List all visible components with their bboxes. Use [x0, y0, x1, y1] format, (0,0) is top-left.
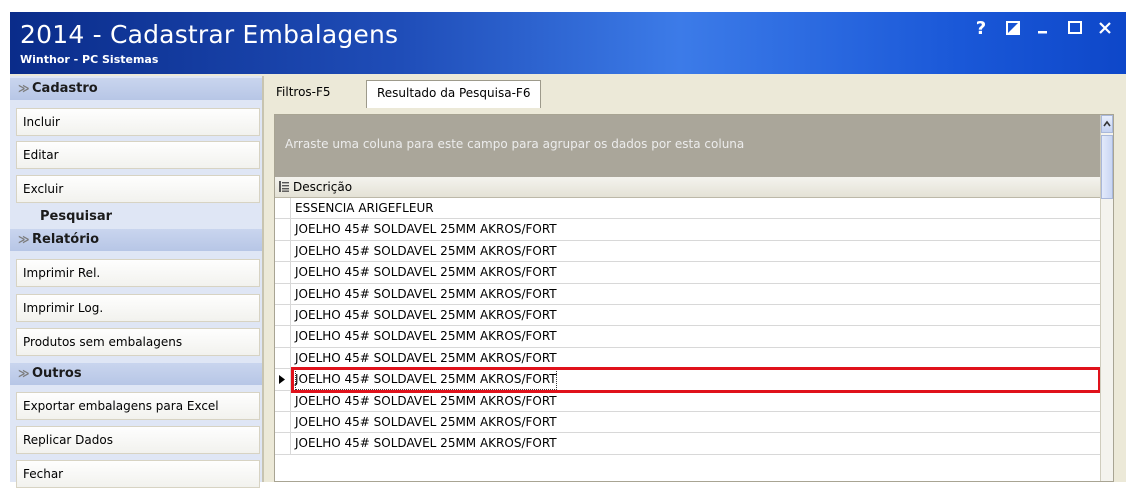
group-by-panel[interactable]: Arraste uma coluna para este campo para … [275, 115, 1103, 177]
descricao-cell[interactable]: JOELHO 45# SOLDAVEL 25MM AKROS/FORT [295, 241, 557, 262]
row-indicator[interactable] [275, 369, 291, 390]
side-panel: ≫ Cadastro Incluir Editar Excluir Pesquis… [10, 76, 264, 488]
replicar-dados-button[interactable]: Replicar Dados [16, 426, 260, 454]
maximize-icon [1068, 21, 1082, 34]
row-indicator[interactable] [275, 262, 291, 283]
window-subtitle: Winthor - PC Sistemas [20, 53, 159, 66]
table-row[interactable]: JOELHO 45# SOLDAVEL 25MM AKROS/FORT [275, 283, 1103, 305]
group-by-hint: Arraste uma coluna para este campo para … [285, 137, 745, 151]
chevron-down-icon: ≫ [18, 82, 30, 95]
row-indicator[interactable] [275, 347, 291, 369]
section-header-outros[interactable]: ≫ Outros [10, 363, 262, 385]
table-row[interactable]: JOELHO 45# SOLDAVEL 25MM AKROS/FORT [275, 367, 1103, 394]
section-header-cadastro-label: Cadastro [32, 81, 98, 96]
scroll-up-button[interactable] [1101, 115, 1113, 133]
chevron-down-icon: ≫ [18, 233, 30, 246]
imprimir-log-button[interactable]: Imprimir Log. [16, 294, 260, 322]
table-row[interactable]: JOELHO 45# SOLDAVEL 25MM AKROS/FORT [275, 240, 1103, 263]
editar-button[interactable]: Editar [16, 141, 260, 169]
imprimir-rel-button[interactable]: Imprimir Rel. [16, 259, 260, 287]
grid-rows: ESSENCIA ARIGEFLEUR JOELHO 45# SOLDAVEL 2… [275, 198, 1103, 455]
row-indicator[interactable] [275, 433, 291, 454]
descricao-cell[interactable]: JOELHO 45# SOLDAVEL 25MM AKROS/FORT [295, 284, 557, 305]
row-indicator[interactable] [275, 198, 291, 219]
section-header-outros-label: Outros [32, 366, 82, 381]
window-title: 2014 - Cadastrar Embalagens [20, 20, 399, 49]
tab-filtros[interactable]: Filtros-F5 [276, 80, 331, 105]
section-header-relatorio[interactable]: ≫ Relatório [10, 229, 262, 251]
descricao-cell[interactable]: JOELHO 45# SOLDAVEL 25MM AKROS/FORT [295, 412, 557, 433]
section-header-relatorio-label: Relatório [32, 232, 99, 247]
table-row[interactable]: JOELHO 45# SOLDAVEL 25MM AKROS/FORT [275, 390, 1103, 412]
results-grid: Arraste uma coluna para este campo para … [274, 114, 1114, 482]
descricao-cell[interactable]: JOELHO 45# SOLDAVEL 25MM AKROS/FORT [295, 433, 557, 454]
row-pointer-icon [279, 375, 285, 385]
descricao-cell[interactable]: JOELHO 45# SOLDAVEL 25MM AKROS/FORT [295, 391, 557, 412]
fechar-button[interactable]: Fechar [16, 460, 260, 488]
row-indicator[interactable] [275, 326, 291, 347]
column-chooser-icon[interactable] [279, 181, 289, 192]
descricao-cell[interactable]: ESSENCIA ARIGEFLEUR [295, 198, 434, 219]
tab-resultado-pesquisa[interactable]: Resultado da Pesquisa-F6 [366, 80, 542, 108]
incluir-button[interactable]: Incluir [16, 108, 260, 136]
row-indicator[interactable] [275, 411, 291, 433]
row-indicator[interactable] [275, 283, 291, 304]
chevron-down-icon: ≫ [18, 367, 30, 380]
table-row[interactable]: JOELHO 45# SOLDAVEL 25MM AKROS/FORT [275, 411, 1103, 434]
pesquisar-button[interactable]: Pesquisar [40, 209, 112, 224]
descricao-cell[interactable]: JOELHO 45# SOLDAVEL 25MM AKROS/FORT [295, 326, 557, 347]
row-indicator[interactable] [275, 390, 291, 411]
chevron-up-icon [1103, 120, 1111, 127]
minimize-icon [1038, 31, 1047, 34]
exportar-excel-button[interactable]: Exportar embalagens para Excel [16, 392, 260, 420]
close-icon [1099, 22, 1111, 34]
column-header-label: Descrição [293, 180, 353, 194]
table-row[interactable]: JOELHO 45# SOLDAVEL 25MM AKROS/FORT [275, 219, 1103, 241]
descricao-cell[interactable]: JOELHO 45# SOLDAVEL 25MM AKROS/FORT [295, 369, 557, 391]
app-window: 2014 - Cadastrar Embalagens Winthor - PC… [10, 12, 1126, 488]
row-indicator[interactable] [275, 240, 291, 262]
descricao-cell[interactable]: JOELHO 45# SOLDAVEL 25MM AKROS/FORT [295, 262, 557, 283]
row-indicator[interactable] [275, 304, 291, 326]
close-button[interactable] [1096, 19, 1114, 39]
descricao-cell[interactable]: JOELHO 45# SOLDAVEL 25MM AKROS/FORT [295, 219, 557, 240]
tab-strip: Filtros-F5 Resultado da Pesquisa-F6 [268, 76, 1126, 108]
minimize-button[interactable] [1034, 19, 1052, 39]
vertical-scrollbar[interactable] [1100, 115, 1113, 481]
help-button[interactable]: ? [972, 19, 990, 39]
descricao-cell[interactable]: JOELHO 45# SOLDAVEL 25MM AKROS/FORT [295, 305, 557, 326]
produtos-sem-embalagens-button[interactable]: Produtos sem embalagens [16, 328, 260, 356]
excluir-button[interactable]: Excluir [16, 175, 260, 203]
table-row[interactable]: ESSENCIA ARIGEFLEUR [275, 198, 1103, 220]
column-header-descricao[interactable]: Descrição [275, 177, 1103, 198]
scroll-thumb[interactable] [1101, 135, 1113, 199]
restore-icon [1006, 21, 1020, 35]
table-row[interactable]: JOELHO 45# SOLDAVEL 25MM AKROS/FORT [275, 433, 1103, 455]
title-bar: 2014 - Cadastrar Embalagens Winthor - PC… [10, 12, 1126, 74]
row-indicator[interactable] [275, 219, 291, 240]
table-row[interactable]: JOELHO 45# SOLDAVEL 25MM AKROS/FORT [275, 326, 1103, 348]
restore-button[interactable] [1004, 19, 1022, 39]
table-row[interactable]: JOELHO 45# SOLDAVEL 25MM AKROS/FORT [275, 304, 1103, 327]
section-header-cadastro[interactable]: ≫ Cadastro [10, 78, 262, 100]
table-row[interactable]: JOELHO 45# SOLDAVEL 25MM AKROS/FORT [275, 347, 1103, 370]
maximize-button[interactable] [1066, 19, 1084, 39]
table-row[interactable]: JOELHO 45# SOLDAVEL 25MM AKROS/FORT [275, 262, 1103, 284]
descricao-cell[interactable]: JOELHO 45# SOLDAVEL 25MM AKROS/FORT [295, 348, 557, 369]
